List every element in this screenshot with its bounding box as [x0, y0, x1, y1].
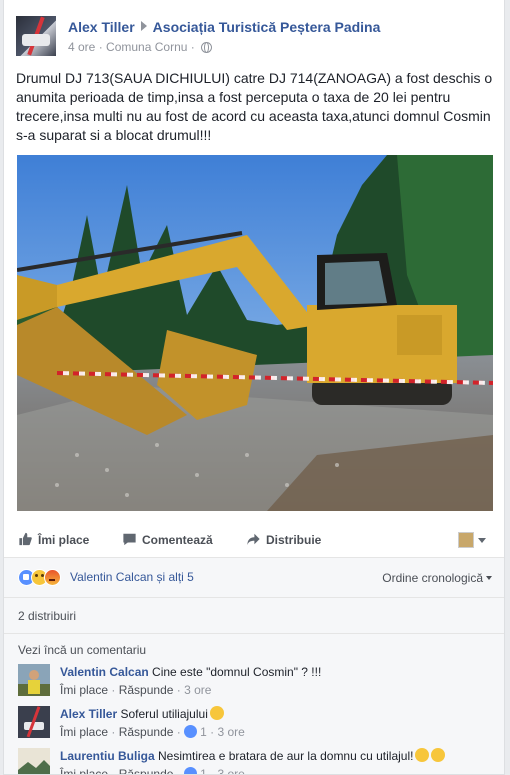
comment-like-count[interactable]: 1 — [200, 767, 207, 774]
angry-emoji-icon — [209, 706, 224, 720]
chevron-down-icon — [478, 538, 486, 543]
globe-icon[interactable] — [201, 42, 213, 53]
reactions-bar: Valentin Calcan și alți 5 Ordine cronolo… — [4, 558, 504, 598]
comment-time[interactable]: 3 ore — [218, 725, 245, 739]
speech-bubble-icon — [123, 533, 136, 546]
like-count-icon — [184, 725, 198, 738]
comment-item: Alex Tiller Soferul utiliajului Îmi plac… — [18, 706, 498, 748]
share-count[interactable]: 2 distribuiri — [18, 609, 76, 623]
commenter-name[interactable]: Alex Tiller — [60, 707, 117, 721]
comment-actions: Îmi place · Răspunde · 1 · 3 ore — [60, 725, 245, 739]
comment-time[interactable]: 3 ore — [184, 683, 211, 697]
comment-text: Cine este "domnul Cosmin" ? !!! — [152, 665, 322, 679]
comment-item: Valentin Calcan Cine este "domnul Cosmin… — [18, 664, 498, 706]
post-actions: Îmi place Comentează Distribuie — [4, 524, 504, 558]
reaction-picker[interactable] — [458, 530, 490, 550]
post-card: Alex Tiller Asociația Turistică Peștera P… — [3, 0, 505, 775]
comments-section: Vezi încă un comentariu Valentin Calcan … — [4, 634, 504, 774]
comment-time[interactable]: 3 ore — [218, 767, 245, 774]
relieved-emoji-icon — [415, 748, 430, 762]
comment-text: Nesimtirea e bratara de aur la domnu cu … — [158, 749, 414, 763]
commenter-name[interactable]: Laurentiu Buliga — [60, 749, 155, 763]
share-arrow-icon — [247, 533, 260, 546]
author-avatar[interactable] — [16, 16, 56, 56]
comment-like-link[interactable]: Îmi place — [60, 683, 108, 697]
thumbs-up-icon — [19, 532, 32, 546]
angry-reaction-icon — [44, 569, 61, 586]
post-text: Drumul DJ 713(SAUA DICHIULUI) catre DJ 7… — [16, 70, 493, 143]
comment-like-count[interactable]: 1 — [200, 725, 207, 739]
comment-content: Laurentiu Buliga Nesimtirea e bratara de… — [60, 748, 446, 764]
post-location[interactable]: Comuna Cornu — [106, 40, 187, 54]
like-button[interactable]: Îmi place — [18, 532, 89, 547]
reaction-names[interactable]: Valentin Calcan și alți 5 — [70, 570, 194, 584]
comment-reply-link[interactable]: Răspunde — [119, 725, 174, 739]
author-name[interactable]: Alex Tiller — [68, 19, 135, 35]
comment-text: Soferul utiliajului — [120, 707, 208, 721]
post-header: Alex Tiller Asociația Turistică Peștera P… — [16, 12, 496, 62]
view-more-comments[interactable]: Vezi încă un comentariu — [18, 643, 146, 657]
comment-item: Laurentiu Buliga Nesimtirea e bratara de… — [18, 748, 498, 774]
comment-sort-dropdown[interactable]: Ordine cronologică — [382, 571, 492, 585]
comment-content: Alex Tiller Soferul utiliajului — [60, 706, 224, 722]
comment-like-link[interactable]: Îmi place — [60, 725, 108, 739]
comment-like-link[interactable]: Îmi place — [60, 767, 108, 774]
comment-content: Valentin Calcan Cine este "domnul Cosmin… — [60, 664, 321, 680]
comment-actions: Îmi place · Răspunde · 1 · 3 ore — [60, 767, 245, 774]
shares-row: 2 distribuiri — [4, 598, 504, 634]
profile-thumbnail — [458, 532, 474, 548]
commenter-avatar[interactable] — [18, 664, 50, 696]
commenter-avatar[interactable] — [18, 706, 50, 738]
comment-reply-link[interactable]: Răspunde — [119, 683, 174, 697]
target-page-name[interactable]: Asociația Turistică Peștera Padina — [153, 19, 381, 35]
share-button[interactable]: Distribuie — [246, 532, 321, 547]
commenter-avatar[interactable] — [18, 748, 50, 774]
comment-reply-link[interactable]: Răspunde — [119, 767, 174, 774]
excavator-photo — [17, 155, 493, 511]
arrow-right-icon — [140, 21, 147, 31]
post-photo[interactable] — [17, 155, 493, 511]
like-count-icon — [184, 767, 198, 774]
comment-button[interactable]: Comentează — [122, 532, 213, 547]
post-time[interactable]: 4 ore — [68, 40, 95, 54]
commenter-name[interactable]: Valentin Calcan — [60, 665, 149, 679]
post-author-line: Alex Tiller Asociația Turistică Peștera P… — [68, 19, 380, 35]
chevron-down-icon — [486, 576, 492, 580]
comment-actions: Îmi place · Răspunde · 3 ore — [60, 683, 212, 697]
relieved-emoji-icon — [431, 748, 446, 762]
reaction-icons[interactable] — [18, 569, 68, 587]
post-meta: 4 ore · Comuna Cornu · — [68, 40, 213, 54]
